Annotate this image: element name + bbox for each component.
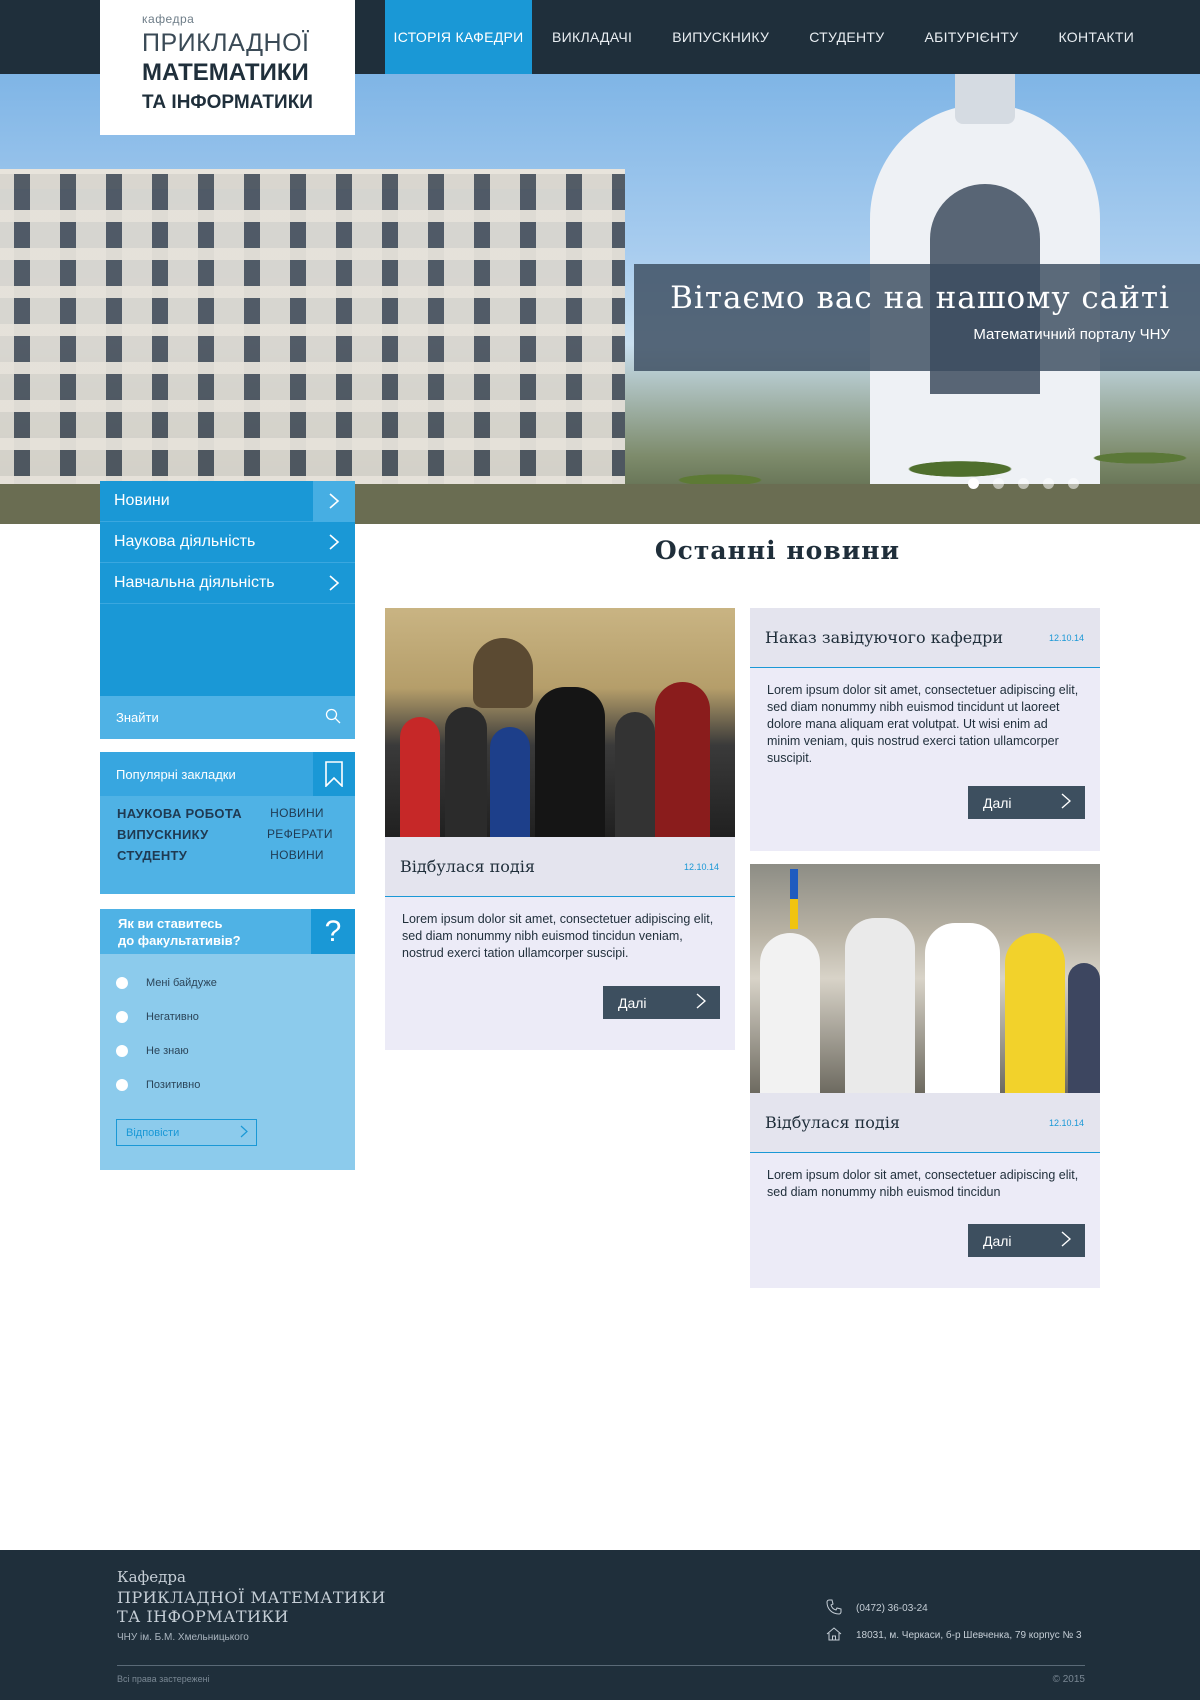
search-icon[interactable] <box>325 708 341 727</box>
hero-title: Вітаємо вас на нашому сайті <box>670 280 1170 316</box>
footer-rights: Всі права застережені <box>117 1674 210 1684</box>
news-card-text: Lorem ipsum dolor sit amet, consectetuer… <box>767 683 1079 765</box>
bookmark-link[interactable]: СТУДЕНТУ <box>117 848 267 863</box>
poll-option[interactable]: Не знаю <box>100 1034 355 1068</box>
slider-dot[interactable] <box>993 478 1004 489</box>
sidebar-item-education[interactable]: Навчальна діяльність <box>100 563 355 604</box>
footer-brand: Кафедра ПРИКЛАДНОЇ МАТЕМАТИКИ ТА ІНФОРМА… <box>117 1568 386 1643</box>
chevron-right-icon <box>240 1125 248 1141</box>
bookmark-link[interactable]: НАУКОВА РОБОТА <box>117 806 267 821</box>
poll-submit-button[interactable]: Відповісти <box>116 1119 257 1146</box>
poll-option[interactable]: Позитивно <box>100 1068 355 1102</box>
bookmark-link[interactable]: НОВИНИ <box>267 806 327 821</box>
sidebar-item-label: Навчальна діяльність <box>114 574 275 591</box>
nav-item-applicants[interactable]: АБІТУРІЄНТУ <box>904 0 1038 74</box>
news-card: Відбулася подія 12.10.14 Lorem ipsum dol… <box>750 864 1100 1288</box>
site-logo[interactable]: кафедра ПРИКЛАДНОЇ МАТЕМАТИКИ ТА ІНФОРМА… <box>100 0 355 135</box>
statue <box>473 638 533 708</box>
nav-item-contacts[interactable]: КОНТАКТИ <box>1038 0 1154 74</box>
bookmark-link[interactable]: РЕФЕРАТИ <box>267 827 332 842</box>
slider-dot[interactable] <box>1068 478 1079 489</box>
news-card-title[interactable]: Відбулася подія <box>400 857 535 876</box>
radio-button[interactable] <box>116 1045 128 1057</box>
poll-header: Як ви ставитесь до факультативів? ? <box>100 909 355 954</box>
bookmark-icon <box>313 752 355 796</box>
logo-small-text: кафедра <box>142 12 195 26</box>
radio-button[interactable] <box>116 977 128 989</box>
nav-item-students[interactable]: СТУДЕНТУ <box>789 0 904 74</box>
home-icon <box>826 1626 842 1645</box>
bookmark-link[interactable]: ВИПУСКНИКУ <box>117 827 267 842</box>
radio-button[interactable] <box>116 1079 128 1091</box>
footer: Кафедра ПРИКЛАДНОЇ МАТЕМАТИКИ ТА ІНФОРМА… <box>0 1550 1200 1700</box>
chevron-right-icon <box>1061 793 1072 812</box>
bookmarks-header: Популярні закладки <box>100 752 355 796</box>
chevron-right-icon <box>313 480 355 522</box>
radio-button[interactable] <box>116 1011 128 1023</box>
footer-phone: (0472) 36-03-24 <box>826 1599 928 1618</box>
search-input[interactable]: Знайти <box>116 710 159 725</box>
sidebar-item-science[interactable]: Наукова діяльність <box>100 522 355 563</box>
main-nav: ІСТОРІЯ КАФЕДРИ ВИКЛАДАЧІ ВИПУСКНИКУ СТУ… <box>385 0 1154 74</box>
search-box[interactable]: Знайти <box>100 696 355 739</box>
chevron-right-icon <box>313 563 355 604</box>
poll-option[interactable]: Мені байдуже <box>100 966 355 1000</box>
poll-option[interactable]: Негативно <box>100 1000 355 1034</box>
sidebar-item-label: Наукова діяльність <box>114 533 256 550</box>
nav-item-graduates[interactable]: ВИПУСКНИКУ <box>652 0 789 74</box>
poll-question: Як ви ставитесь до факультативів? <box>118 915 241 948</box>
chevron-right-icon <box>696 993 707 1012</box>
sidebar-item-news[interactable]: Новини <box>100 480 355 522</box>
slider-dots <box>968 478 1079 489</box>
nav-item-history[interactable]: ІСТОРІЯ КАФЕДРИ <box>385 0 532 74</box>
sidebar-item-label: Новини <box>114 492 170 509</box>
bookmarks-title: Популярні закладки <box>116 766 236 782</box>
slider-dot[interactable] <box>1018 478 1029 489</box>
chevron-right-icon <box>313 522 355 563</box>
question-mark-icon: ? <box>311 909 355 954</box>
news-card-header: Наказ завідуючого кафедри 12.10.14 <box>750 608 1100 668</box>
news-card-title[interactable]: Відбулася подія <box>765 1113 900 1132</box>
read-more-button[interactable]: Далі <box>968 1224 1085 1257</box>
news-card-text: Lorem ipsum dolor sit amet, consectetuer… <box>767 1168 1079 1199</box>
news-section-title: Останні новини <box>654 536 901 565</box>
news-photo <box>385 608 735 837</box>
news-card: Відбулася подія 12.10.14 Lorem ipsum dol… <box>385 608 735 1050</box>
popular-bookmarks: Популярні закладки НАУКОВА РОБОТА НОВИНИ… <box>100 752 355 894</box>
footer-divider <box>117 1665 1085 1666</box>
phone-icon <box>826 1599 842 1618</box>
news-card-date: 12.10.14 <box>683 861 719 872</box>
hero-caption: Вітаємо вас на нашому сайті Математичний… <box>634 264 1200 371</box>
news-card-header: Відбулася подія 12.10.14 <box>385 837 735 897</box>
slider-dot[interactable] <box>1043 478 1054 489</box>
news-card-text: Lorem ipsum dolor sit amet, consectetuer… <box>402 912 714 960</box>
logo-line-3: ТА ІНФОРМАТИКИ <box>142 92 313 113</box>
sidebar-menu: Новини Наукова діяльність Навчальна діял… <box>100 480 355 696</box>
poll-options: Мені байдуже Негативно Не знаю Позитивно <box>100 954 355 1102</box>
hero-subtitle: Математичний порталу ЧНУ <box>973 326 1170 343</box>
news-card-header: Відбулася подія 12.10.14 <box>750 1093 1100 1153</box>
footer-copyright: © 2015 <box>1052 1674 1085 1685</box>
news-card: Наказ завідуючого кафедри 12.10.14 Lorem… <box>750 608 1100 851</box>
read-more-button[interactable]: Далі <box>603 986 720 1019</box>
footer-address: 18031, м. Черкаси, б-р Шевченка, 79 корп… <box>826 1626 1082 1645</box>
chevron-right-icon <box>1061 1231 1072 1250</box>
nav-item-teachers[interactable]: ВИКЛАДАЧІ <box>532 0 652 74</box>
logo-line-1: ПРИКЛАДНОЇ <box>142 29 310 57</box>
news-card-date: 12.10.14 <box>1048 1117 1084 1128</box>
news-card-date: 12.10.14 <box>1048 632 1084 643</box>
slider-dot[interactable] <box>968 478 979 489</box>
poll-widget: Як ви ставитесь до факультативів? ? Мені… <box>100 909 355 1170</box>
news-photo <box>750 864 1100 1093</box>
bookmark-link[interactable]: НОВИНИ <box>267 848 327 863</box>
logo-line-2: МАТЕМАТИКИ <box>142 59 309 86</box>
bookmarks-list: НАУКОВА РОБОТА НОВИНИ ВИПУСКНИКУ РЕФЕРАТ… <box>100 796 355 863</box>
read-more-button[interactable]: Далі <box>968 786 1085 819</box>
news-card-title[interactable]: Наказ завідуючого кафедри <box>765 628 1003 647</box>
